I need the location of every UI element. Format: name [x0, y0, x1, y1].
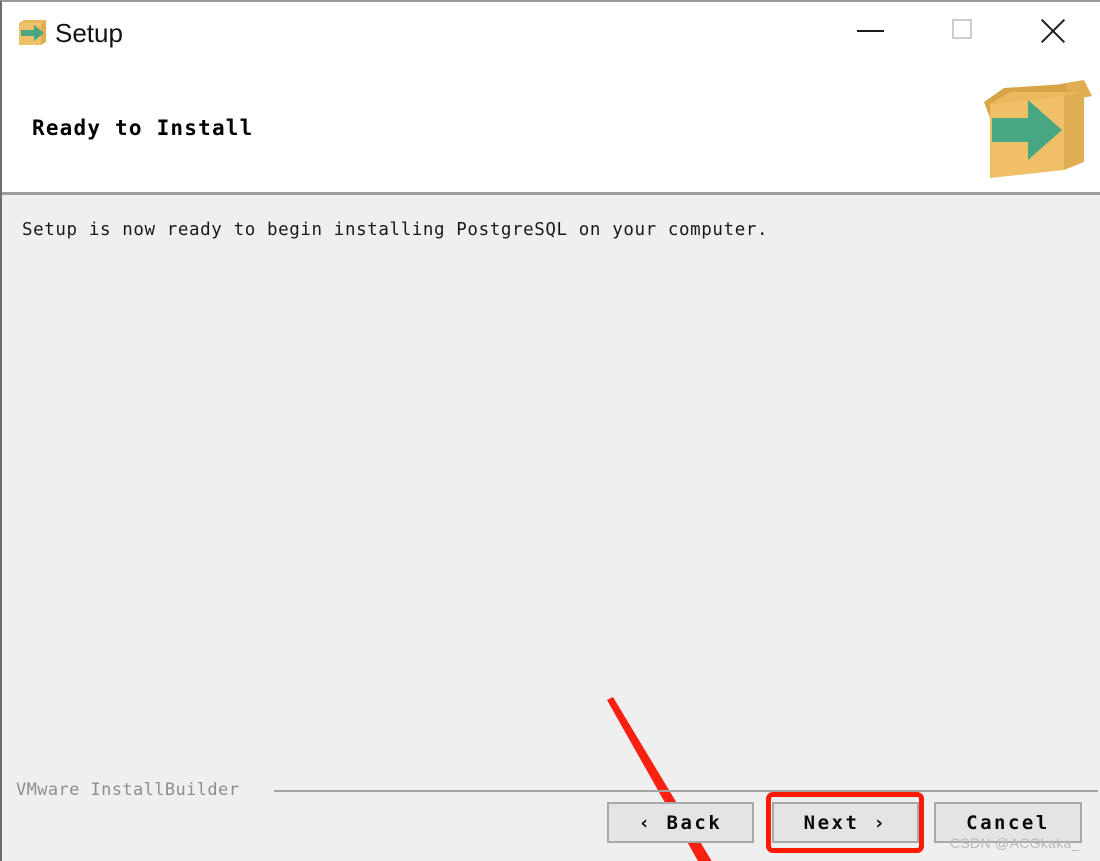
window-titlebar: Setup: [2, 2, 1100, 62]
next-button[interactable]: Next ›: [772, 802, 919, 843]
window-title: Setup: [55, 18, 123, 48]
footer-divider: [274, 790, 1098, 792]
wizard-header: Ready to Install: [2, 62, 1100, 195]
maximize-icon: [952, 19, 972, 39]
installer-brand-label: VMware InstallBuilder: [16, 780, 240, 800]
setup-wizard-window: Setup Ready to Install Setup is now read…: [0, 0, 1100, 861]
box-with-arrow-icon: [15, 18, 49, 48]
minimize-icon: [857, 30, 884, 32]
wizard-body: Setup is now ready to begin installing P…: [2, 195, 1100, 861]
close-button[interactable]: [1033, 2, 1079, 60]
maximize-button[interactable]: [940, 2, 986, 60]
ready-message: Setup is now ready to begin installing P…: [22, 220, 769, 240]
watermark-label: CSDN @ACGkaka_: [950, 835, 1080, 851]
minimize-button[interactable]: [848, 2, 894, 60]
page-title: Ready to Install: [32, 116, 254, 140]
back-button[interactable]: ‹ Back: [607, 802, 754, 843]
open-box-with-green-arrow-icon: [974, 66, 1096, 188]
